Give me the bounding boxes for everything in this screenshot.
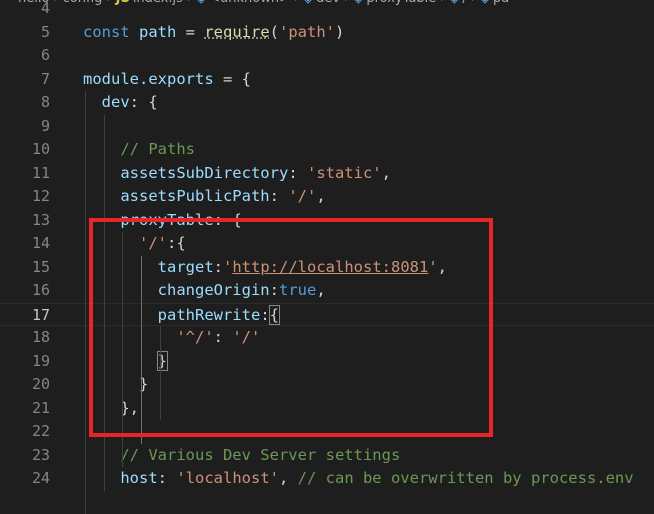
line-number: 4 xyxy=(40,0,50,17)
code-text: // Paths xyxy=(83,138,195,162)
line-number: 17 xyxy=(31,305,50,324)
code-token: . xyxy=(139,69,149,88)
code-token: // Paths xyxy=(120,140,195,158)
code-token: , xyxy=(381,163,391,182)
line-number: 19 xyxy=(31,351,50,370)
line-number: 7 xyxy=(40,69,50,88)
code-token: 'static' xyxy=(306,163,382,182)
line-number: 16 xyxy=(31,281,50,299)
code-token: , xyxy=(316,187,326,205)
code-token: // can be overwritten by process.env xyxy=(297,469,634,487)
code-token: = { xyxy=(213,69,251,88)
code-token: ( xyxy=(269,22,279,41)
code-line[interactable]: 12 assetsPublicPath: '/', xyxy=(0,185,654,209)
code-line[interactable]: 4 xyxy=(0,0,654,21)
code-token: host xyxy=(120,469,158,487)
code-token: require xyxy=(204,22,270,41)
code-text: dev: { xyxy=(83,91,158,115)
line-number: 6 xyxy=(40,46,50,64)
code-token: // Various Dev Server settings xyxy=(120,445,401,464)
code-token: assetsSubDirectory xyxy=(120,163,289,182)
code-token: exports xyxy=(148,69,214,88)
code-token: const xyxy=(83,22,139,41)
line-number: 9 xyxy=(40,116,50,135)
line-number: 18 xyxy=(31,328,50,346)
line-number: 12 xyxy=(31,187,50,205)
code-text: assetsPublicPath: '/', xyxy=(83,185,326,209)
code-token: = xyxy=(176,22,205,41)
code-text: host: 'localhost', // can be overwritten… xyxy=(83,467,634,491)
line-number: 14 xyxy=(31,234,50,252)
code-text: assetsSubDirectory: 'static', xyxy=(83,162,391,186)
code-token: 'path' xyxy=(279,22,335,41)
line-number: 21 xyxy=(31,398,50,417)
code-token: path xyxy=(139,22,177,41)
code-line[interactable]: 5 const path = require('path') xyxy=(0,21,654,45)
code-text: const path = require('path') xyxy=(83,21,344,45)
code-line[interactable]: 11 assetsSubDirectory: 'static', xyxy=(0,162,654,186)
code-line[interactable]: 8 dev: { xyxy=(0,91,654,115)
code-line[interactable]: 9 xyxy=(0,115,654,139)
code-token: dev xyxy=(101,93,130,111)
code-line[interactable]: 23 // Various Dev Server settings xyxy=(0,444,654,468)
code-token: : xyxy=(288,163,307,182)
line-number: 13 xyxy=(31,210,50,229)
code-line[interactable]: 24 host: 'localhost', // can be overwrit… xyxy=(0,467,654,491)
code-token: : { xyxy=(129,93,158,111)
line-number: 11 xyxy=(31,163,50,182)
code-line[interactable]: 10 // Paths xyxy=(0,138,654,162)
code-text: module.exports = { xyxy=(83,68,251,92)
line-number: 22 xyxy=(31,422,50,440)
line-number: 20 xyxy=(31,375,50,393)
line-number: 8 xyxy=(40,93,50,111)
line-number: 24 xyxy=(31,469,50,487)
code-token: assetsPublicPath xyxy=(120,187,270,205)
code-line[interactable]: 7 module.exports = { xyxy=(0,68,654,92)
code-token: 'localhost' xyxy=(176,469,279,487)
code-token: : xyxy=(157,469,177,487)
line-number: 15 xyxy=(31,257,50,276)
indent-guide xyxy=(85,91,86,514)
code-line[interactable]: 6 xyxy=(0,44,654,68)
code-token: ) xyxy=(335,22,345,41)
line-number: 5 xyxy=(40,22,50,41)
code-text: // Various Dev Server settings xyxy=(83,444,400,468)
code-token: , xyxy=(278,469,298,487)
line-number: 10 xyxy=(31,140,50,158)
annotation-highlight-box xyxy=(89,218,493,437)
code-token: : xyxy=(269,187,289,205)
code-token: module xyxy=(83,69,139,88)
code-token: '/' xyxy=(288,187,317,205)
line-number: 23 xyxy=(31,445,50,464)
